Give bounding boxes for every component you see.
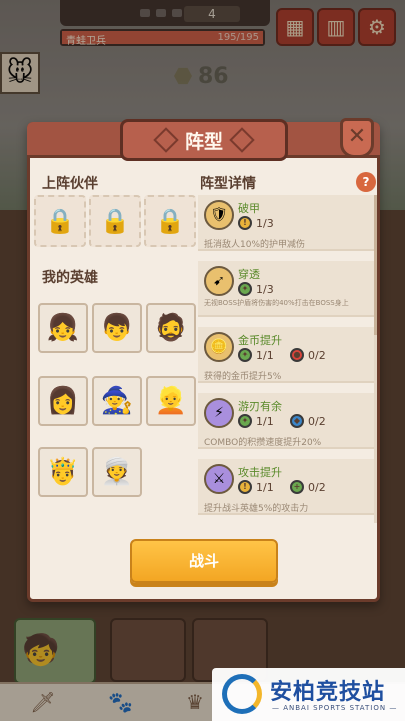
requirement-count: 0/2 <box>308 480 326 494</box>
watermark-title: 安柏竞技站 <box>270 680 386 705</box>
locked-team-slot[interactable]: 🔒 <box>144 195 196 247</box>
formation-description: COMBO的积攒速度提升20% <box>204 438 322 448</box>
formation-scrollbar[interactable] <box>374 195 377 523</box>
formation-item[interactable]: 🪙 金币提升 ✦ 1/1 ● 0/2 获得的金币提升5% <box>198 327 374 383</box>
hero-card[interactable]: 👧 <box>38 303 88 353</box>
hero-portrait-icon: 🧙 <box>100 386 134 416</box>
close-button[interactable]: ✕ <box>340 118 374 158</box>
formation-requirement: ● 0/2 <box>290 348 326 362</box>
requirement-count: 1/3 <box>256 216 274 230</box>
heroes-section-title: 我的英雄 <box>42 270 98 286</box>
formation-name: 穿透 <box>238 268 260 281</box>
requirement-icon: ✦ <box>238 282 252 296</box>
requirement-icon: ✦ <box>238 414 252 428</box>
formation-name: 破甲 <box>238 202 260 215</box>
lock-icon: 🔒 <box>155 207 185 235</box>
hero-card[interactable]: 🧔 <box>146 303 196 353</box>
help-button[interactable]: ? <box>356 172 376 192</box>
hero-portrait-icon: 👩 <box>46 386 80 416</box>
formation-name: 攻击提升 <box>238 466 282 479</box>
formation-item[interactable]: 🛡 破甲 ! 1/3 抵消敌人10%的护甲减伤 <box>198 195 374 251</box>
formation-dialog: 阵型 ✕ 上阵伙伴 🔒 🔒 🔒 我的英雄 👧 👦 🧔 👩 🧙 👱 🤴 👳 阵型详… <box>27 118 380 602</box>
formation-requirement: ! 1/3 <box>238 216 274 230</box>
hero-portrait-icon: 👱 <box>154 386 188 416</box>
dialog-title: 阵型 <box>184 130 223 153</box>
locked-team-slot[interactable]: 🔒 <box>34 195 86 247</box>
requirement-icon: ● <box>290 348 304 362</box>
dialog-title-plate: 阵型 <box>120 119 288 161</box>
hero-card[interactable]: 🧙 <box>92 376 142 426</box>
formation-description: 获得的金币提升5% <box>204 372 282 382</box>
coin-stack-icon: 🪙 <box>204 332 234 362</box>
shield-break-icon: 🛡 <box>204 200 234 230</box>
lock-icon: 🔒 <box>100 207 130 235</box>
formation-description: 无视BOSS护盾将伤害的40%打击在BOSS身上 <box>204 299 349 307</box>
hero-portrait-icon: 🤴 <box>46 457 80 487</box>
attack-boost-icon: ⚔ <box>204 464 234 494</box>
requirement-count: 1/1 <box>256 414 274 428</box>
hero-card[interactable]: 👦 <box>92 303 142 353</box>
pierce-icon: ➹ <box>204 266 234 296</box>
requirement-count: 0/2 <box>308 348 326 362</box>
lightning-icon: ⚡ <box>204 398 234 428</box>
requirement-icon: ✦ <box>238 348 252 362</box>
locked-team-slot[interactable]: 🔒 <box>89 195 141 247</box>
hero-portrait-icon: 👦 <box>100 313 134 343</box>
formation-requirement: ✦ 1/1 <box>238 348 274 362</box>
requirement-count: 0/2 <box>308 414 326 428</box>
formation-requirement: ✦ 1/1 <box>238 414 274 428</box>
diamond-ornament-icon <box>229 127 255 153</box>
formation-item[interactable]: ➹ 穿透 ✦ 1/3 无视BOSS护盾将伤害的40%打击在BOSS身上 <box>198 261 374 317</box>
formation-item[interactable]: ⚡ 游刃有余 ✦ 1/1 ◆ 0/2 COMBO的积攒速度提升20% <box>198 393 374 449</box>
formation-description: 提升战斗英雄5%的攻击力 <box>204 504 309 514</box>
formation-description: 抵消敌人10%的护甲减伤 <box>204 240 306 250</box>
hero-card[interactable]: 👳 <box>92 447 142 497</box>
formation-name: 游刃有余 <box>238 400 282 413</box>
formation-item[interactable]: ⚔ 攻击提升 ! 1/1 + 0/2 提升战斗英雄5%的攻击力 <box>198 459 374 515</box>
requirement-count: 1/1 <box>256 480 274 494</box>
lock-icon: 🔒 <box>45 207 75 235</box>
formation-requirement: ! 1/1 <box>238 480 274 494</box>
site-watermark: 安柏竞技站 — ANBAI SPORTS STATION — <box>212 668 405 721</box>
hero-portrait-icon: 👳 <box>100 457 134 487</box>
formation-requirement: ✦ 1/3 <box>238 282 274 296</box>
requirement-icon: ! <box>238 480 252 494</box>
requirement-icon: + <box>290 480 304 494</box>
formation-list[interactable]: 🛡 破甲 ! 1/3 抵消敌人10%的护甲减伤 ➹ 穿透 ✦ 1/3 无视BOS… <box>198 195 378 523</box>
hero-portrait-icon: 👧 <box>46 313 80 343</box>
formation-requirement: ◆ 0/2 <box>290 414 326 428</box>
requirement-count: 1/3 <box>256 282 274 296</box>
close-icon: ✕ <box>347 124 367 149</box>
scrollbar-thumb[interactable] <box>374 195 377 335</box>
battle-button[interactable]: 战斗 <box>130 539 278 583</box>
hero-portrait-icon: 🧔 <box>154 313 188 343</box>
watermark-logo <box>222 674 262 714</box>
requirement-icon: ◆ <box>290 414 304 428</box>
watermark-subtitle: — ANBAI SPORTS STATION — <box>272 704 398 712</box>
requirement-icon: ! <box>238 216 252 230</box>
hero-card[interactable]: 🤴 <box>38 447 88 497</box>
formation-section-title: 阵型详情 <box>200 176 256 192</box>
requirement-count: 1/1 <box>256 348 274 362</box>
hero-card[interactable]: 👱 <box>146 376 196 426</box>
formation-requirement: + 0/2 <box>290 480 326 494</box>
formation-name: 金币提升 <box>238 334 282 347</box>
team-section-title: 上阵伙伴 <box>42 176 98 192</box>
hero-card[interactable]: 👩 <box>38 376 88 426</box>
